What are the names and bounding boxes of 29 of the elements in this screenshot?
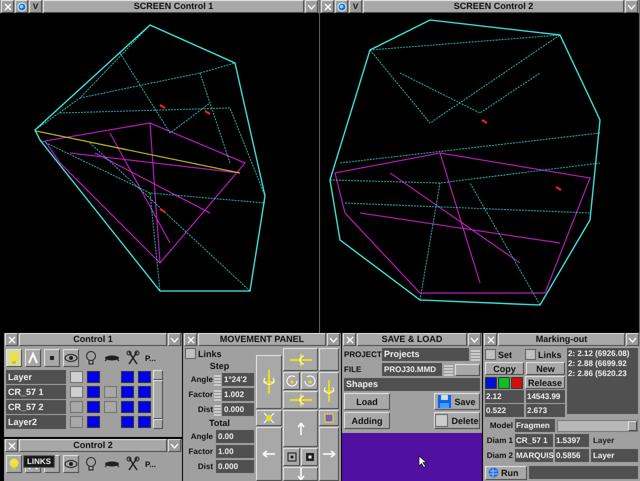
checkbox-label: Set [498, 350, 512, 360]
section-label: Step [208, 361, 230, 371]
tooltip: LINKS [23, 455, 55, 468]
panel-title: Control 2 [19, 439, 167, 452]
field-label: PROJECT [344, 350, 380, 359]
field-label: Angle [190, 432, 213, 441]
panel-title: SCREEN Control 1 [43, 0, 304, 13]
field-label: Diam 2 [486, 451, 513, 460]
field-label: Dist [196, 462, 213, 471]
panel-title: Marking-out [498, 333, 625, 346]
value-field: 0.00 [216, 430, 254, 443]
field-label: Diam 1 [486, 436, 513, 445]
field-label: Model [488, 421, 513, 430]
checkbox-label: Links [198, 348, 222, 358]
value-field: 0.000 [216, 460, 254, 473]
field-label: Factor [188, 390, 213, 399]
field-label: Factor [188, 447, 213, 456]
checkbox-label: Links [538, 350, 562, 360]
panel-title: SAVE & LOAD [357, 333, 467, 346]
section-label: Total [208, 418, 231, 428]
field-label: FILE [344, 365, 362, 374]
field-label: Angle [190, 375, 213, 384]
field-label: Dist [196, 405, 213, 414]
column-label: P... [145, 354, 156, 362]
panel-title: SCREEN Control 2 [363, 0, 624, 13]
panel-title: MOVEMENT PANEL [198, 333, 326, 346]
value-field: 1.00 [216, 445, 254, 458]
panel-title: Control 1 [19, 333, 167, 346]
column-label: P... [145, 460, 156, 468]
